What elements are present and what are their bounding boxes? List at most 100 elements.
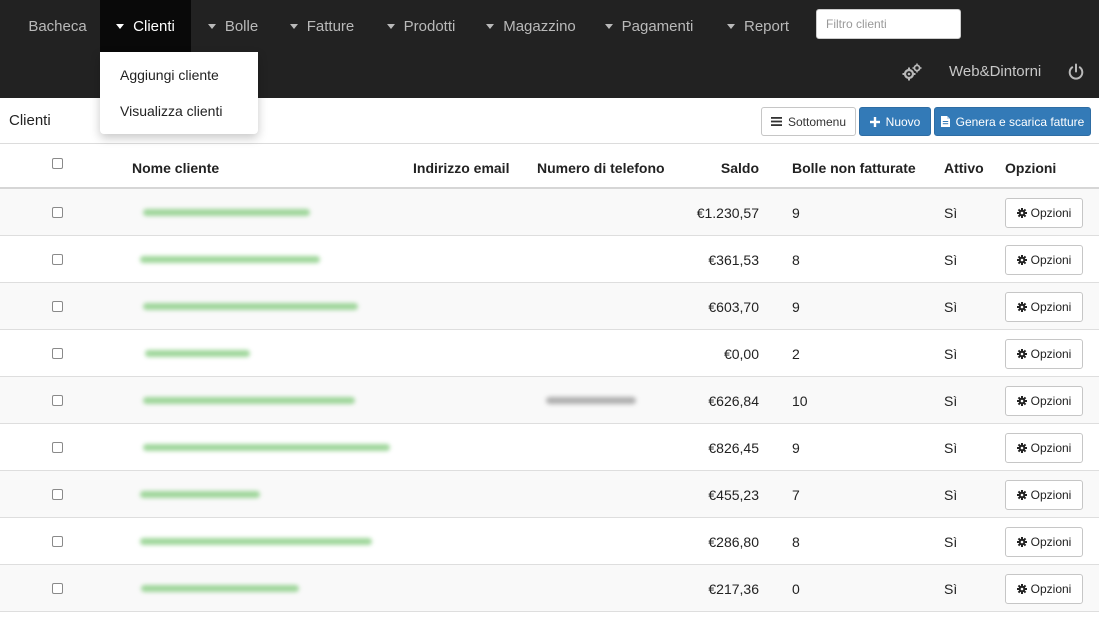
nav-item-bolle[interactable]: Bolle bbox=[194, 0, 272, 52]
nav-item-clienti[interactable]: Clienti bbox=[100, 0, 191, 52]
row-checkbox[interactable] bbox=[52, 583, 63, 594]
client-name-redacted[interactable] bbox=[143, 444, 390, 451]
options-label: Opzioni bbox=[1030, 582, 1072, 596]
caret-down-icon bbox=[116, 24, 125, 29]
options-button[interactable]: Opzioni bbox=[1005, 574, 1083, 604]
nav-item-prodotti[interactable]: Prodotti bbox=[372, 0, 470, 52]
options-button[interactable]: Opzioni bbox=[1005, 198, 1083, 228]
cog-icon bbox=[1016, 349, 1027, 359]
active-cell: Sì bbox=[944, 581, 958, 597]
menu-item-aggiungi-cliente[interactable]: Aggiungi cliente bbox=[120, 67, 219, 83]
table-row[interactable]: €361,53 8 Sì Opzioni bbox=[0, 236, 1099, 283]
gears-icon[interactable] bbox=[902, 63, 922, 81]
nav-item-label: Fatture bbox=[306, 17, 355, 35]
unbilled-count-cell: 10 bbox=[792, 393, 808, 409]
table-header: Nome cliente Indirizzo email Numero di t… bbox=[0, 144, 1099, 189]
row-checkbox[interactable] bbox=[52, 395, 63, 406]
menu-item-visualizza-clienti[interactable]: Visualizza clienti bbox=[120, 103, 222, 119]
row-checkbox[interactable] bbox=[52, 301, 63, 312]
balance-cell: €286,80 bbox=[708, 534, 759, 550]
power-icon[interactable] bbox=[1067, 63, 1085, 81]
cog-icon bbox=[1016, 255, 1027, 265]
table-row[interactable]: €217,36 0 Sì Opzioni bbox=[0, 565, 1099, 612]
client-name-redacted[interactable] bbox=[140, 256, 320, 263]
select-all-checkbox[interactable] bbox=[52, 158, 63, 169]
row-checkbox[interactable] bbox=[52, 348, 63, 359]
row-checkbox[interactable] bbox=[52, 442, 63, 453]
new-button[interactable]: Nuovo bbox=[859, 107, 931, 136]
options-label: Opzioni bbox=[1030, 441, 1072, 455]
nav-item-pagamenti[interactable]: Pagamenti bbox=[592, 0, 706, 52]
active-cell: Sì bbox=[944, 205, 958, 221]
unbilled-count-cell: 9 bbox=[792, 440, 800, 456]
options-label: Opzioni bbox=[1030, 535, 1072, 549]
active-cell: Sì bbox=[944, 299, 958, 315]
options-label: Opzioni bbox=[1030, 300, 1072, 314]
generate-invoices-button[interactable]: Genera e scarica fatture bbox=[934, 107, 1091, 136]
unbilled-count-cell: 2 bbox=[792, 346, 800, 362]
balance-cell: €0,00 bbox=[723, 346, 759, 362]
client-name-redacted[interactable] bbox=[143, 303, 358, 310]
nav-item-bacheca[interactable]: Bacheca bbox=[15, 0, 100, 52]
balance-cell: €455,23 bbox=[708, 487, 759, 503]
active-cell: Sì bbox=[944, 487, 958, 503]
options-button[interactable]: Opzioni bbox=[1005, 433, 1083, 463]
table-row[interactable]: €455,23 7 Sì Opzioni bbox=[0, 471, 1099, 518]
nav-item-label: Report bbox=[743, 17, 790, 35]
column-header-active[interactable]: Attivo bbox=[944, 160, 984, 176]
nav-item-label: Bacheca bbox=[28, 17, 87, 35]
nav-item-label: Prodotti bbox=[403, 17, 456, 35]
table-row[interactable]: €826,45 9 Sì Opzioni bbox=[0, 424, 1099, 471]
options-label: Opzioni bbox=[1030, 347, 1072, 361]
table-row[interactable]: €286,80 8 Sì Opzioni bbox=[0, 518, 1099, 565]
cog-icon bbox=[1016, 396, 1027, 406]
options-button[interactable]: Opzioni bbox=[1005, 527, 1083, 557]
row-checkbox[interactable] bbox=[52, 536, 63, 547]
cog-icon bbox=[1016, 443, 1027, 453]
caret-down-icon bbox=[386, 24, 395, 29]
options-button[interactable]: Opzioni bbox=[1005, 339, 1083, 369]
active-cell: Sì bbox=[944, 393, 958, 409]
table-row[interactable]: €626,84 10 Sì Opzioni bbox=[0, 377, 1099, 424]
client-name-redacted[interactable] bbox=[140, 538, 372, 545]
nav-item-magazzino[interactable]: Magazzino bbox=[475, 0, 587, 52]
nav-item-report[interactable]: Report bbox=[712, 0, 804, 52]
row-checkbox[interactable] bbox=[52, 254, 63, 265]
client-name-redacted[interactable] bbox=[143, 209, 310, 216]
table-row[interactable]: €1.230,57 9 Sì Opzioni bbox=[0, 189, 1099, 236]
cog-icon bbox=[1016, 537, 1027, 547]
user-brand-link[interactable]: Web&Dintorni bbox=[949, 63, 1041, 80]
client-name-redacted[interactable] bbox=[140, 491, 260, 498]
filter-clients-input[interactable] bbox=[816, 9, 961, 39]
balance-cell: €361,53 bbox=[708, 252, 759, 268]
table-row[interactable]: €0,00 2 Sì Opzioni bbox=[0, 330, 1099, 377]
client-name-redacted[interactable] bbox=[141, 585, 299, 592]
column-header-unbilled[interactable]: Bolle non fatturate bbox=[792, 160, 916, 176]
column-header-phone[interactable]: Numero di telefono bbox=[537, 160, 665, 176]
unbilled-count-cell: 8 bbox=[792, 534, 800, 550]
unbilled-count-cell: 7 bbox=[792, 487, 800, 503]
nav-item-fatture[interactable]: Fatture bbox=[277, 0, 367, 52]
row-checkbox[interactable] bbox=[52, 489, 63, 500]
options-button[interactable]: Opzioni bbox=[1005, 245, 1083, 275]
options-button[interactable]: Opzioni bbox=[1005, 386, 1083, 416]
row-checkbox[interactable] bbox=[52, 207, 63, 218]
caret-down-icon bbox=[726, 24, 735, 29]
options-label: Opzioni bbox=[1030, 206, 1072, 220]
cog-icon bbox=[1016, 302, 1027, 312]
caret-down-icon bbox=[207, 24, 216, 29]
nav-item-label: Pagamenti bbox=[621, 17, 694, 35]
client-name-redacted[interactable] bbox=[145, 350, 250, 357]
caret-down-icon bbox=[289, 24, 298, 29]
column-header-balance[interactable]: Saldo bbox=[721, 160, 759, 176]
unbilled-count-cell: 8 bbox=[792, 252, 800, 268]
column-header-email[interactable]: Indirizzo email bbox=[413, 160, 509, 176]
options-button[interactable]: Opzioni bbox=[1005, 292, 1083, 322]
options-button[interactable]: Opzioni bbox=[1005, 480, 1083, 510]
nav-item-label: Magazzino bbox=[503, 17, 576, 35]
submenu-button[interactable]: Sottomenu bbox=[761, 107, 856, 136]
table-row[interactable]: €603,70 9 Sì Opzioni bbox=[0, 283, 1099, 330]
column-header-name[interactable]: Nome cliente bbox=[132, 160, 219, 176]
client-name-redacted[interactable] bbox=[143, 397, 355, 404]
options-label: Opzioni bbox=[1030, 488, 1072, 502]
